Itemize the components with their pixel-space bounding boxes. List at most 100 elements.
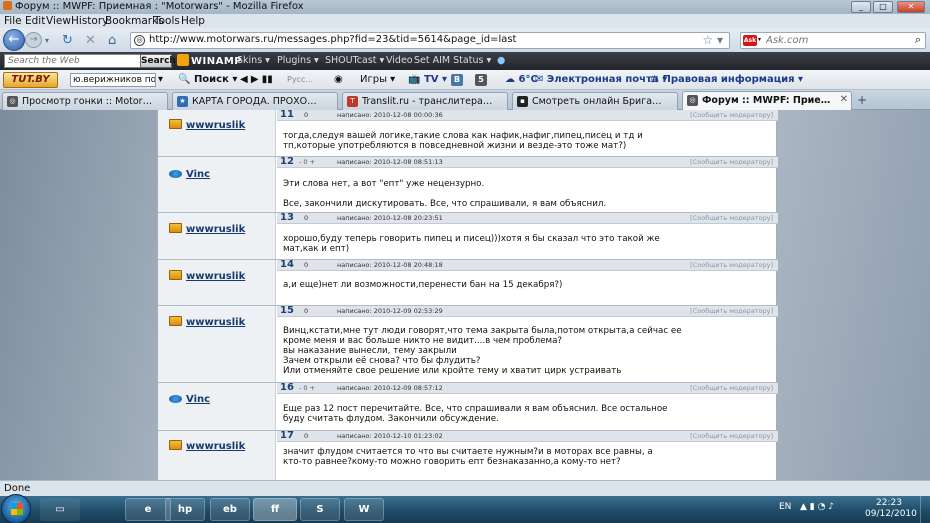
home-icon[interactable]: ⌂: [108, 33, 116, 48]
post-author-link[interactable]: wwwruslik: [169, 119, 245, 131]
menu-view[interactable]: View: [46, 15, 71, 27]
post-author-link[interactable]: wwwruslik: [169, 270, 245, 282]
skins-menu[interactable]: Skins ▾: [237, 55, 270, 66]
skype-icon[interactable]: S: [300, 498, 340, 521]
tab-favicon-icon: T: [347, 96, 358, 107]
vk-icon[interactable]: B: [451, 74, 463, 86]
weather-widget[interactable]: ☁ 6°C: [505, 74, 538, 85]
report-moderator-link[interactable]: [Сообщить модератору]: [690, 432, 773, 440]
tab-brigada-video[interactable]: ▪Смотреть онлайн Бригада (2001) ...: [512, 92, 678, 110]
post-author-link[interactable]: Vinc: [169, 394, 210, 405]
report-moderator-link[interactable]: [Сообщить модератору]: [690, 158, 773, 166]
window-titlebar: Форум :: MWPF: Приемная : "Motorwars" - …: [0, 0, 930, 14]
new-tab-icon[interactable]: +: [857, 93, 867, 107]
user-eye-icon: [169, 170, 182, 178]
windows-taskbar: e ▭ hp eb ff S W EN ▲ ▮ ◔ ♪ 22:23 09/12/2…: [0, 494, 930, 523]
aim-icon[interactable]: ●: [497, 55, 505, 66]
status-bar: Done: [0, 480, 930, 496]
dropdown-arrow-icon[interactable]: ▾: [158, 74, 163, 85]
status-text: Done: [4, 483, 31, 494]
close-button[interactable]: ✕: [897, 1, 925, 13]
user-flag-icon: [169, 223, 182, 233]
tab-favicon-icon: ★: [177, 96, 188, 107]
calendar-icon[interactable]: 5: [475, 74, 487, 86]
word-icon[interactable]: W: [344, 498, 384, 521]
tutby-search-input[interactable]: ю.верижников под ног: [70, 73, 156, 87]
post-rating: 0: [304, 432, 309, 440]
menu-file[interactable]: File: [4, 15, 22, 27]
report-moderator-link[interactable]: [Сообщить модератору]: [690, 307, 773, 315]
web-search-input[interactable]: [4, 54, 154, 68]
tab-city-map[interactable]: ★КАРТА ГОРОДА. ПРОХОЖДЕНИЕ ...: [172, 92, 338, 110]
window-title: Форум :: MWPF: Приемная : "Motorwars" - …: [3, 1, 304, 12]
url-text[interactable]: http://www.motorwars.ru/messages.php?fid…: [149, 34, 516, 45]
ebay-icon[interactable]: eb: [210, 498, 250, 521]
tab-favicon-icon: ◎: [7, 96, 18, 107]
navigation-toolbar: ← → ▾ ↻ ✕ ⌂ ◎ http://www.motorwars.ru/me…: [0, 28, 930, 52]
tab-motorwars-race[interactable]: ◎ Просмотр гонки :: Motorwars: [2, 92, 168, 110]
post-body: Еще раз 12 пост перечитайте. Все, что сп…: [283, 404, 668, 424]
post-author-link[interactable]: Vinc: [169, 169, 210, 180]
tutby-search-button[interactable]: 🔍 Поиск ▾: [178, 74, 237, 85]
plugins-menu[interactable]: Plugins ▾: [277, 55, 319, 66]
tab-close-icon[interactable]: ✕: [840, 94, 848, 105]
post-date: написано: 2010-12-09 08:57:12: [337, 384, 443, 392]
user-flag-icon: [169, 270, 182, 280]
post-body: Эти слова нет, а вот "епт" уже нецензурн…: [283, 179, 607, 209]
games-menu[interactable]: Игры ▾: [360, 74, 395, 85]
video-menu[interactable]: Video: [386, 55, 413, 66]
tab-translit[interactable]: TTranslit.ru - транслитерация - пер...: [342, 92, 508, 110]
start-button[interactable]: [1, 494, 31, 523]
winamp-logo[interactable]: WINAMP: [177, 54, 242, 67]
shoutcast-menu[interactable]: SHOUTcast ▾: [325, 55, 384, 66]
menu-help[interactable]: Help: [181, 15, 205, 27]
post-date: написано: 2010-12-08 00:00:36: [337, 111, 443, 119]
firefox-icon[interactable]: ff: [253, 498, 297, 521]
tray-icons[interactable]: ▲ ▮ ◔ ♪: [800, 502, 834, 512]
search-magnifier-icon[interactable]: ⌕: [915, 33, 921, 47]
folder-icon[interactable]: ▭: [40, 498, 80, 521]
search-input[interactable]: [766, 34, 906, 47]
hp-icon[interactable]: hp: [165, 498, 205, 521]
reload-icon[interactable]: ↻: [62, 33, 73, 48]
menu-history[interactable]: History: [71, 15, 108, 27]
ask-engine-icon[interactable]: Ask: [743, 35, 757, 46]
forum-post: Vinc 16 - 0 + написано: 2010-12-09 08:57…: [158, 382, 778, 431]
stop-icon[interactable]: ✕: [85, 33, 96, 48]
post-body: тогда,следуя вашей логике,такие слова ка…: [283, 131, 643, 151]
web-search-button[interactable]: Search: [140, 54, 176, 68]
post-author-link[interactable]: wwwruslik: [169, 316, 245, 328]
menu-edit[interactable]: Edit: [25, 15, 45, 27]
report-moderator-link[interactable]: [Сообщить модератору]: [690, 261, 773, 269]
forward-button[interactable]: →: [25, 32, 42, 48]
show-desktop-button[interactable]: [920, 496, 930, 523]
back-button[interactable]: ←: [3, 29, 25, 51]
post-author-link[interactable]: wwwruslik: [169, 223, 245, 235]
post-rating-controls[interactable]: - 0 +: [299, 384, 315, 392]
system-clock[interactable]: 22:23 09/12/2010: [865, 498, 917, 520]
radio-station[interactable]: Русс...: [287, 75, 313, 84]
minimize-button[interactable]: _: [851, 1, 871, 13]
tutby-logo[interactable]: TUT.BY: [3, 72, 58, 88]
report-moderator-link[interactable]: [Сообщить модератору]: [690, 111, 773, 119]
legal-info-link[interactable]: ⚖ Правовая информация ▾: [650, 74, 803, 85]
forum-post: Vinc 12 - 0 + написано: 2010-12-08 08:51…: [158, 156, 778, 213]
history-dropdown-icon[interactable]: ▾: [45, 36, 49, 45]
email-link[interactable]: ✉ Электронная почта ▾: [535, 74, 667, 85]
bookmark-star-icon[interactable]: ☆ ▾: [702, 33, 723, 47]
post-author-link[interactable]: wwwruslik: [169, 440, 245, 452]
media-controls[interactable]: ◀ ▶ ▮▮: [240, 74, 273, 85]
menu-tools[interactable]: Tools: [154, 15, 180, 27]
tv-menu[interactable]: 📺 TV ▾: [408, 74, 447, 85]
maximize-button[interactable]: □: [873, 1, 893, 13]
post-rating-controls[interactable]: - 0 +: [299, 158, 315, 166]
url-bar[interactable]: ◎ http://www.motorwars.ru/messages.php?f…: [130, 32, 730, 49]
language-indicator[interactable]: EN: [779, 502, 791, 512]
report-moderator-link[interactable]: [Сообщить модератору]: [690, 384, 773, 392]
report-moderator-link[interactable]: [Сообщить модератору]: [690, 214, 773, 222]
volume-icon[interactable]: ◉: [334, 74, 343, 85]
post-header: 17 0 написано: 2010-12-10 01:23:02 [Сооб…: [277, 430, 778, 442]
tab-forum-active[interactable]: ◎Форум :: MWPF: Приемная : "M...✕: [682, 91, 852, 110]
aim-status-menu[interactable]: Set AIM Status ▾: [414, 55, 491, 66]
search-bar[interactable]: Ask▾ ⌕: [740, 32, 926, 49]
